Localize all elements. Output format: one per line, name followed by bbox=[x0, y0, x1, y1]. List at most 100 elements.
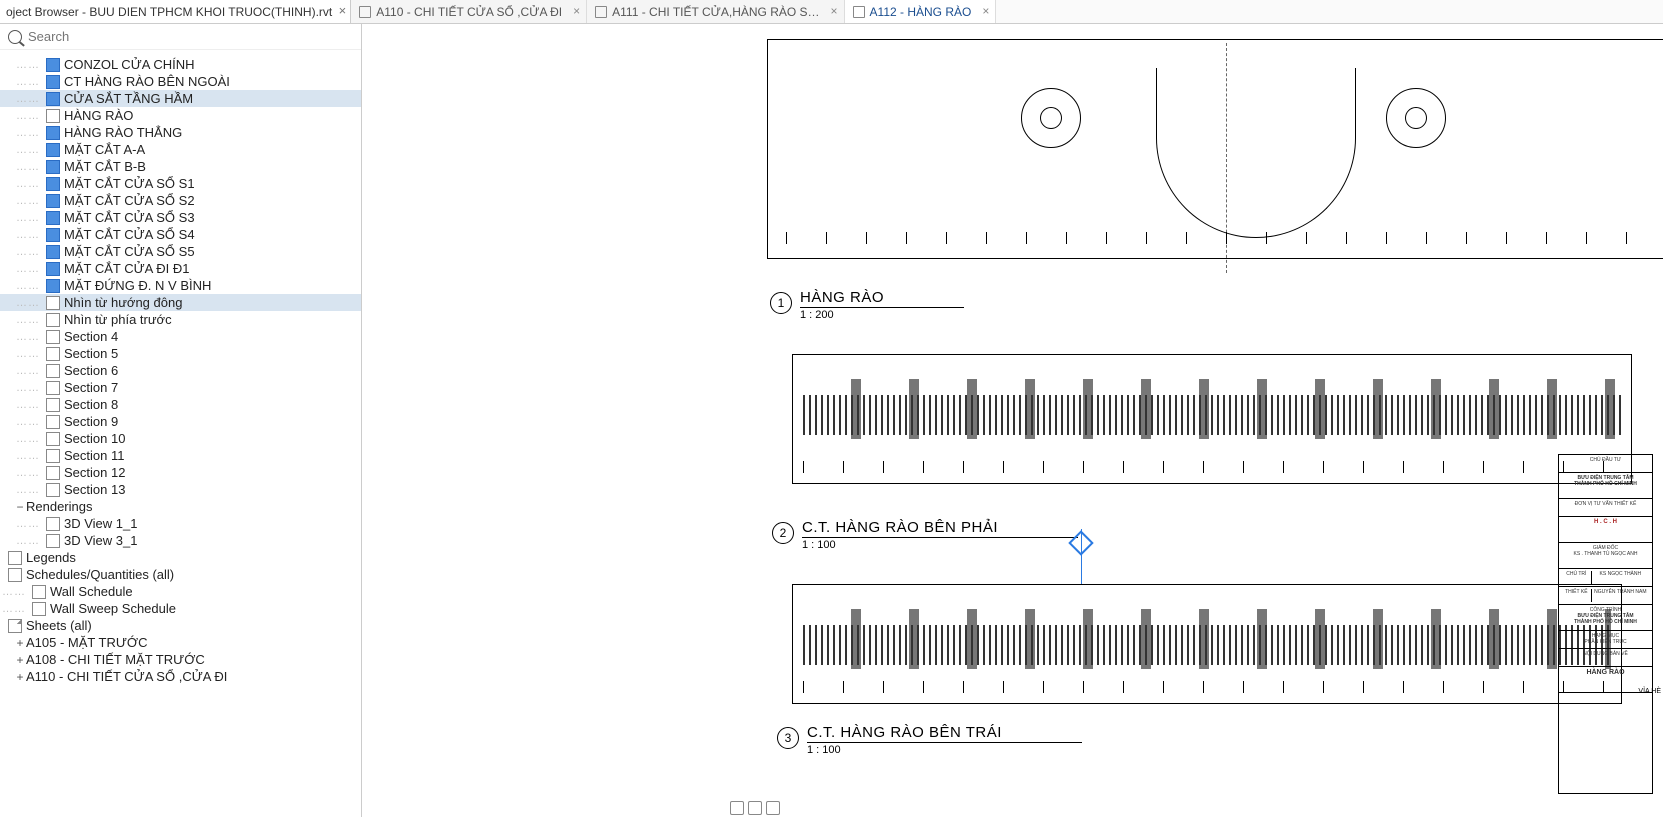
expander-icon[interactable]: + bbox=[14, 653, 26, 667]
expander-icon[interactable]: + bbox=[14, 670, 26, 684]
tb-congtrinh-val: BƯU ĐIỆN TRUNG TÂM THÀNH PHỐ HỒ CHÍ MINH bbox=[1562, 613, 1649, 625]
caption-title: C.T. HÀNG RÀO BÊN PHẢI bbox=[802, 519, 1078, 538]
tree-view-item[interactable]: …… MẶT CẮT B-B bbox=[0, 158, 361, 175]
view-icon bbox=[46, 313, 60, 327]
tree-view-item[interactable]: …… CT HÀNG RÀO BÊN NGOÀI bbox=[0, 73, 361, 90]
tree-view-item[interactable]: …… CONZOL CỬA CHÍNH bbox=[0, 56, 361, 73]
detail-icon[interactable] bbox=[748, 801, 762, 815]
tree-view-item[interactable]: …… Section 8 bbox=[0, 396, 361, 413]
visual-style-icon[interactable] bbox=[766, 801, 780, 815]
tb-company: H . C . H bbox=[1594, 519, 1617, 525]
tree-view-item[interactable]: …… Section 7 bbox=[0, 379, 361, 396]
view-icon bbox=[46, 279, 60, 293]
tree-schedules[interactable]: Schedules/Quantities (all) bbox=[0, 566, 361, 583]
drawing-canvas[interactable]: 1 HÀNG RÀO 1 : 200 2 C.T. HÀNG RÀO BÊN P… bbox=[362, 24, 1663, 817]
tree-schedule-item[interactable]: …… Wall Schedule bbox=[0, 583, 361, 600]
tree-view-item[interactable]: …… Section 10 bbox=[0, 430, 361, 447]
close-icon[interactable]: × bbox=[573, 4, 580, 18]
view-icon bbox=[46, 415, 60, 429]
tb-banve: HÀNG RÀO bbox=[1559, 667, 1652, 693]
tree-label: Section 6 bbox=[64, 363, 118, 378]
tree-view-item[interactable]: …… Nhìn từ phía trước bbox=[0, 311, 361, 328]
tree-sheet-item[interactable]: +A105 - MẶT TRƯỚC bbox=[0, 634, 361, 651]
tree-view-item[interactable]: …… CỬA SẮT TẦNG HẦM bbox=[0, 90, 361, 107]
tree-label: MẶT CẮT CỬA SỔ S5 bbox=[64, 244, 195, 259]
view-icon bbox=[46, 449, 60, 463]
view-icon bbox=[46, 126, 60, 140]
expander-icon[interactable]: − bbox=[14, 500, 26, 514]
tree-label: Section 12 bbox=[64, 465, 125, 480]
tree-sheet-item[interactable]: +A108 - CHI TIẾT MẶT TRƯỚC bbox=[0, 651, 361, 668]
tree-view-item[interactable]: …… Nhìn từ hướng đông bbox=[0, 294, 361, 311]
tree-view-item[interactable]: …… Section 12 bbox=[0, 464, 361, 481]
tree-label: CỬA SẮT TẦNG HẦM bbox=[64, 91, 193, 106]
tree-view-item[interactable]: …… MẶT CẮT CỬA ĐI Đ1 bbox=[0, 260, 361, 277]
scale-icon[interactable] bbox=[730, 801, 744, 815]
tree-view-item[interactable]: …… Section 13 bbox=[0, 481, 361, 498]
view-elevation-right bbox=[792, 354, 1632, 484]
tree-label: HÀNG RÀO bbox=[64, 108, 133, 123]
tree-renderings[interactable]: −Renderings bbox=[0, 498, 361, 515]
tree-view-item[interactable]: …… MẶT CẮT CỬA SỔ S2 bbox=[0, 192, 361, 209]
tree-view-item[interactable]: …… MẶT ĐỨNG Đ. N V BÌNH bbox=[0, 277, 361, 294]
view-icon bbox=[46, 296, 60, 310]
tree-view-item[interactable]: …… Section 4 bbox=[0, 328, 361, 345]
view-icon bbox=[8, 619, 22, 633]
tab-label: A111 - CHI TIẾT CỬA,HÀNG RÀO S… bbox=[612, 5, 819, 19]
tree-label: Wall Schedule bbox=[50, 584, 133, 599]
caption-1: 1 HÀNG RÀO 1 : 200 bbox=[770, 289, 964, 321]
tree-schedule-item[interactable]: …… Wall Sweep Schedule bbox=[0, 600, 361, 617]
tb-consultant: ĐƠN VỊ TƯ VẤN THIẾT KẾ bbox=[1559, 499, 1652, 517]
view-icon bbox=[46, 194, 60, 208]
tree-view-item[interactable]: …… MẶT CẮT CỬA SỔ S3 bbox=[0, 209, 361, 226]
tree-view-item[interactable]: …… Section 11 bbox=[0, 447, 361, 464]
close-icon[interactable]: × bbox=[982, 4, 989, 18]
tree-view-item[interactable]: …… Section 5 bbox=[0, 345, 361, 362]
tree-label: MẶT CẮT A-A bbox=[64, 142, 145, 157]
tab-label: A112 - HÀNG RÀO bbox=[870, 5, 972, 19]
document-tab[interactable]: A111 - CHI TIẾT CỬA,HÀNG RÀO S… × bbox=[587, 0, 844, 23]
search-icon bbox=[8, 30, 22, 44]
view-icon bbox=[46, 143, 60, 157]
project-tree[interactable]: …… CONZOL CỬA CHÍNH…… CT HÀNG RÀO BÊN NG… bbox=[0, 50, 361, 817]
tree-legends[interactable]: Legends bbox=[0, 549, 361, 566]
tree-view-item[interactable]: …… MẶT CẮT CỬA SỔ S4 bbox=[0, 226, 361, 243]
sheet-icon bbox=[853, 6, 865, 18]
tree-label: Section 11 bbox=[64, 448, 124, 463]
tree-rendering-item[interactable]: …… 3D View 3_1 bbox=[0, 532, 361, 549]
tb-chutri-val: KS NGỌC THÀNH bbox=[1592, 571, 1649, 584]
tab-label: A110 - CHI TIẾT CỬA SỔ ,CỬA ĐI bbox=[376, 5, 562, 19]
tree-label: A108 - CHI TIẾT MẶT TRƯỚC bbox=[26, 652, 205, 667]
search-input[interactable] bbox=[28, 29, 353, 44]
sheet-icon bbox=[595, 6, 607, 18]
tb-ks: KS . THANH TÙ NGỌC ANH bbox=[1562, 551, 1649, 557]
tree-label: MẶT CẮT CỬA ĐI Đ1 bbox=[64, 261, 189, 276]
caption-2: 2 C.T. HÀNG RÀO BÊN PHẢI 1 : 100 bbox=[772, 519, 1078, 551]
tree-view-item[interactable]: …… HÀNG RÀO bbox=[0, 107, 361, 124]
tree-sheets[interactable]: Sheets (all) bbox=[0, 617, 361, 634]
close-icon[interactable]: × bbox=[831, 4, 838, 18]
tree-view-item[interactable]: …… Section 9 bbox=[0, 413, 361, 430]
tree-label: Section 5 bbox=[64, 346, 118, 361]
tb-project: BƯU ĐIỆN TRUNG TÂM THÀNH PHỐ HỒ CHÍ MINH bbox=[1559, 473, 1652, 499]
tree-label: Nhìn từ hướng đông bbox=[64, 295, 182, 310]
tree-view-item[interactable]: …… MẶT CẮT A-A bbox=[0, 141, 361, 158]
view-icon bbox=[46, 75, 60, 89]
document-tab[interactable]: A112 - HÀNG RÀO × bbox=[845, 0, 997, 23]
tree-label: MẶT CẮT CỬA SỔ S4 bbox=[64, 227, 195, 242]
tree-label: 3D View 1_1 bbox=[64, 516, 137, 531]
tree-sheet-item[interactable]: +A110 - CHI TIẾT CỬA SỔ ,CỬA ĐI bbox=[0, 668, 361, 685]
close-icon[interactable]: × bbox=[339, 3, 347, 18]
tree-rendering-item[interactable]: …… 3D View 1_1 bbox=[0, 515, 361, 532]
caption-scale: 1 : 200 bbox=[800, 309, 964, 321]
tree-view-item[interactable]: …… MẶT CẮT CỬA SỔ S1 bbox=[0, 175, 361, 192]
caption-number: 1 bbox=[770, 292, 792, 314]
expander-icon[interactable]: + bbox=[14, 636, 26, 650]
document-tab[interactable]: A110 - CHI TIẾT CỬA SỔ ,CỬA ĐI × bbox=[351, 0, 587, 23]
tree-view-item[interactable]: …… HÀNG RÀO THẲNG bbox=[0, 124, 361, 141]
view-icon bbox=[32, 602, 46, 616]
tree-label: Sheets (all) bbox=[26, 618, 92, 633]
tree-view-item[interactable]: …… Section 6 bbox=[0, 362, 361, 379]
view-icon bbox=[46, 466, 60, 480]
tree-view-item[interactable]: …… MẶT CẮT CỬA SỔ S5 bbox=[0, 243, 361, 260]
